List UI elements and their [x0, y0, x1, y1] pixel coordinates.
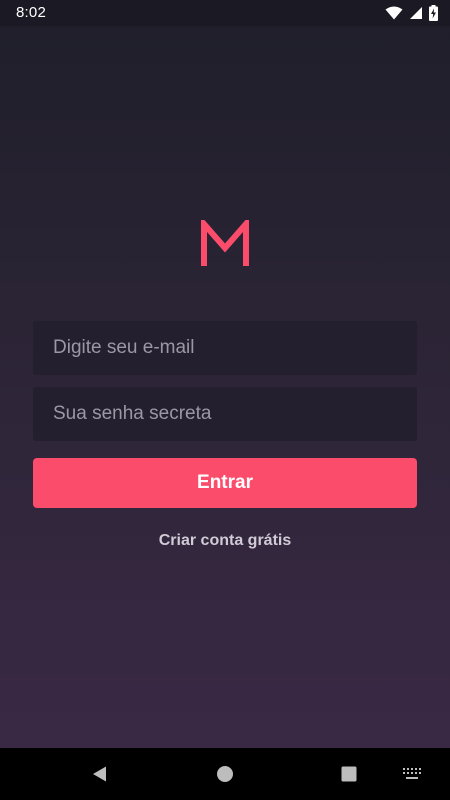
cellular-signal-icon — [409, 6, 423, 20]
keyboard-icon[interactable] — [400, 762, 424, 786]
create-account-link[interactable]: Criar conta grátis — [0, 532, 450, 550]
login-button[interactable]: Entrar — [33, 458, 417, 508]
brand-logo — [200, 216, 250, 268]
email-input[interactable] — [53, 337, 397, 359]
status-icons — [385, 4, 438, 22]
wifi-icon — [385, 6, 403, 20]
home-icon[interactable] — [213, 762, 237, 786]
status-time: 8:02 — [16, 4, 46, 21]
battery-charging-icon — [429, 5, 438, 21]
password-input[interactable] — [53, 403, 397, 425]
password-field[interactable] — [33, 387, 417, 441]
login-screen: 8:02 Digite seu e-mail Entrar Criar cont… — [0, 0, 450, 800]
recents-icon[interactable] — [337, 762, 361, 786]
status-bar: 8:02 — [0, 0, 450, 26]
back-icon[interactable] — [88, 762, 112, 786]
navigation-bar — [0, 748, 450, 800]
email-field[interactable] — [33, 321, 417, 375]
